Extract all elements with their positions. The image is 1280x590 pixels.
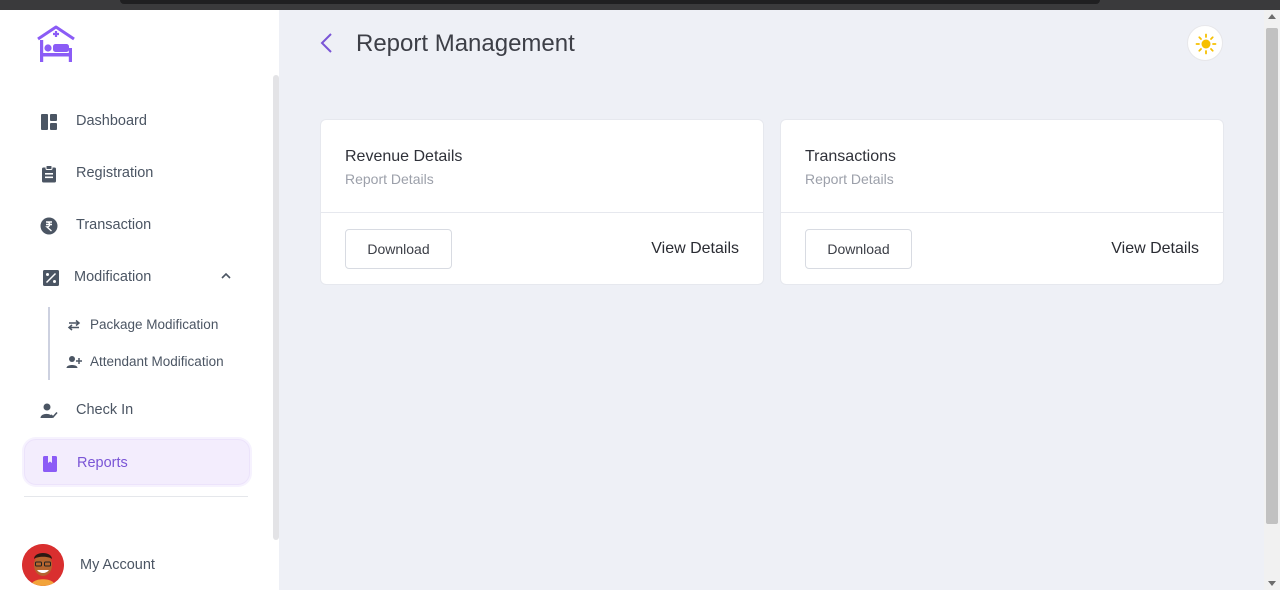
- card-divider: [321, 212, 763, 213]
- clipboard-icon: [42, 165, 56, 183]
- page-scrollbar[interactable]: [1264, 10, 1280, 590]
- user-plus-icon: [66, 356, 82, 368]
- user-check-icon: [40, 403, 58, 419]
- dashboard-icon: [41, 114, 57, 130]
- sidebar-item-dashboard[interactable]: Dashboard: [24, 98, 250, 144]
- card-title: Revenue Details: [345, 148, 463, 165]
- back-button[interactable]: [314, 30, 338, 56]
- submenu-divider-line: [48, 307, 50, 380]
- browser-top-bar: [0, 0, 1280, 10]
- card-title: Transactions: [805, 148, 896, 165]
- card-subtitle: Report Details: [345, 171, 434, 187]
- sidebar-item-label: Check In: [76, 402, 134, 418]
- sidebar-subitem-package-modification[interactable]: Package Modification: [66, 313, 256, 337]
- sidebar-item-label: Dashboard: [76, 113, 147, 129]
- theme-toggle-button[interactable]: [1187, 25, 1223, 61]
- scrollbar-thumb[interactable]: [1266, 28, 1278, 524]
- chevron-up-icon[interactable]: [220, 270, 232, 282]
- view-details-link[interactable]: View Details: [1111, 240, 1199, 258]
- sidebar-item-check-in[interactable]: Check In: [24, 387, 250, 433]
- sidebar-item-label: Transaction: [76, 217, 152, 233]
- my-account-button[interactable]: My Account: [22, 544, 222, 588]
- download-button[interactable]: Download: [345, 229, 452, 269]
- sidebar-subitem-label: Attendant Modification: [90, 354, 224, 369]
- download-button[interactable]: Download: [805, 229, 912, 269]
- sidebar-item-label: Registration: [76, 165, 154, 181]
- sidebar-item-registration[interactable]: Registration: [24, 150, 250, 196]
- sidebar-item-label: Modification: [74, 269, 152, 285]
- page-title: Report Management: [356, 30, 575, 57]
- percent-icon: [43, 270, 59, 286]
- hospital-bed-logo-icon[interactable]: [36, 24, 76, 64]
- view-details-link[interactable]: View Details: [651, 240, 739, 258]
- report-card-transactions: Transactions Report Details Download Vie…: [780, 119, 1224, 285]
- avatar: [22, 544, 64, 586]
- scroll-down-arrow-icon[interactable]: [1268, 581, 1276, 586]
- card-divider: [781, 212, 1223, 213]
- my-account-label: My Account: [80, 557, 155, 573]
- sidebar-scrollbar[interactable]: [273, 75, 279, 540]
- sidebar-subitem-attendant-modification[interactable]: Attendant Modification: [66, 350, 256, 374]
- sidebar-subitem-label: Package Modification: [90, 317, 219, 332]
- swap-arrows-icon: [67, 319, 81, 331]
- bookmark-icon: [43, 456, 57, 472]
- card-subtitle: Report Details: [805, 171, 894, 187]
- sidebar-item-reports[interactable]: Reports: [24, 439, 250, 485]
- sidebar: Dashboard Registration Transaction Modif…: [0, 10, 279, 590]
- sidebar-item-transaction[interactable]: Transaction: [24, 202, 250, 248]
- sidebar-item-label: Reports: [77, 455, 128, 471]
- browser-tab-strip: [120, 0, 1100, 4]
- report-card-revenue: Revenue Details Report Details Download …: [320, 119, 764, 285]
- sidebar-divider: [24, 496, 248, 497]
- chevron-left-icon: [320, 33, 332, 53]
- sidebar-item-modification[interactable]: Modification: [24, 254, 250, 300]
- sun-icon: [1195, 33, 1217, 55]
- rupee-icon: [40, 217, 58, 235]
- scroll-up-arrow-icon[interactable]: [1268, 14, 1276, 19]
